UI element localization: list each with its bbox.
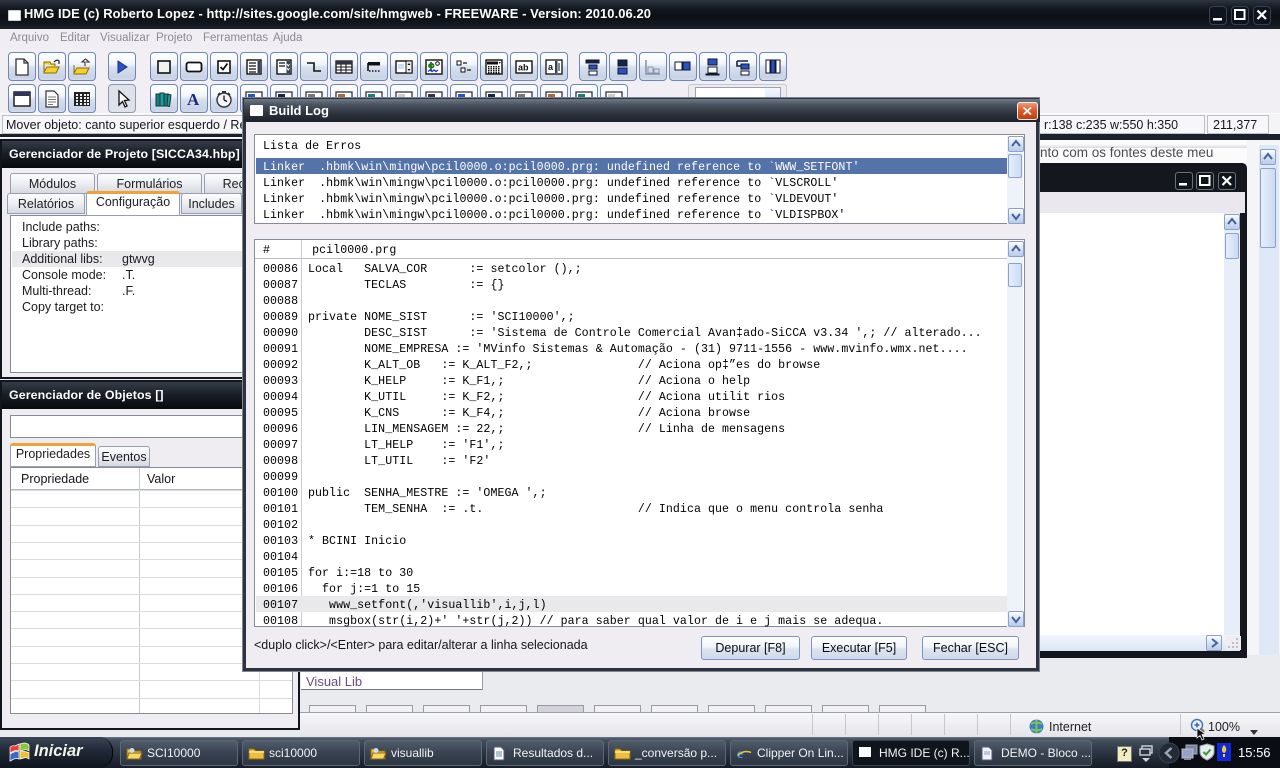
svg-text:ab: ab — [518, 62, 529, 72]
svg-text:A: A — [187, 90, 200, 108]
